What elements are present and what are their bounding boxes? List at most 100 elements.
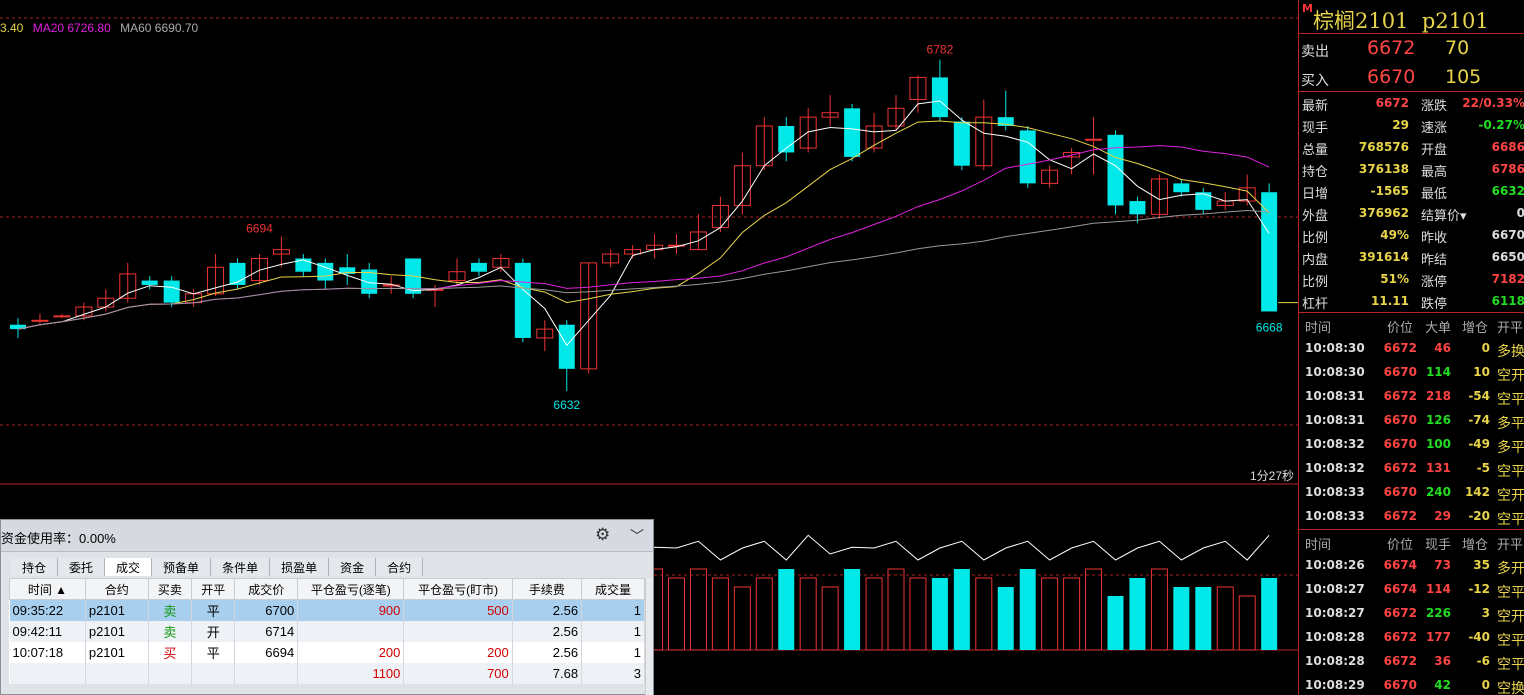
ask-row[interactable]: 卖出 6672 70 [1299,34,1524,63]
ask-label: 卖出 [1301,44,1329,60]
trade-column-header[interactable]: 成交量 [581,578,645,600]
tick-cell: 10:08:29 [1305,678,1365,692]
tick-row[interactable]: 10:08:26 6674 73 35 多开 [1299,554,1524,578]
stat-label: 持仓 [1302,165,1329,180]
order-book[interactable]: 卖出 6672 70 买入 6670 105 [1299,34,1524,92]
tick-row[interactable]: 10:08:32 6670 100 -49 多平 [1299,433,1524,457]
candle-body-down [163,280,180,303]
candle-body-down [1173,183,1190,193]
ma20-line [17,145,1270,330]
tick-cell: 6674 [1383,582,1417,596]
trade-tab[interactable]: 预备单 [152,558,212,576]
trade-cell: 卖 [148,620,193,642]
stat-row: 总量 768576 开盘 6686 [1299,136,1524,158]
tick-cell: 10 [1473,365,1490,379]
tick-header: 时间 价位 现手 增仓 开平 [1299,530,1524,554]
tick-cell: -49 [1468,437,1490,451]
trade-column-header[interactable]: 平仓盈亏(盯市) [403,578,513,600]
trade-cell: 3 [581,662,645,684]
stat-value: 6632 [1491,184,1524,198]
volume-bar-down [778,569,795,650]
quote-panel: M 棕榈2101 p2101 卖出 6672 70 买入 6670 105 最新… [1298,0,1524,695]
trade-tab[interactable]: 持仓 [11,558,59,576]
trade-column-header[interactable]: 时间 ▲ [9,578,86,600]
tick-cell: 空平 [1497,392,1524,408]
big-order-ticks[interactable]: 时间 价位 大单 增仓 开平 10:08:30 6672 46 0 多换 10:08:30 6670… [1299,313,1524,530]
stat-row: 杠杆 11.11 跌停 6118 [1299,290,1524,312]
tick-cell: 131 [1425,461,1451,475]
tick-row[interactable]: 10:08:27 6672 226 3 空开 [1299,602,1524,626]
stat-label: 涨停 [1421,275,1448,290]
tick-row[interactable]: 10:08:30 6670 114 10 空开 [1299,361,1524,385]
stat-value: 51% [1380,272,1409,286]
contract-name: 棕榈2101 p2101 [1313,5,1489,35]
contract-mark: M [1302,2,1313,15]
trade-column-header[interactable]: 手续费 [511,578,583,600]
trade-window[interactable]: 资金使用率：0.00% ⚙ ﹀ 持仓 委托 成交 预备单 条件单 损盈单 资金 合约 时间 ▲… [0,519,654,695]
tick-column-header: 时间 [1305,321,1332,336]
trade-column-header[interactable]: 开平 [191,578,236,600]
trade-table-header: 时间 ▲ 合约 买卖 开平 成交价 平仓盈亏(逐笔) 平仓盈亏(盯市) 手续费 成交量 [9,578,645,600]
candle-body-down [953,121,970,166]
tick-row[interactable]: 10:08:32 6672 131 -5 空平 [1299,457,1524,481]
candle-body-down [844,108,861,157]
table-row[interactable]: 09:35:22 p2101 卖平 6700 900 500 2.56 1 [9,599,645,621]
volume-bar-up [799,577,817,651]
tick-cell: 35 [1473,558,1490,572]
tick-cell: 6672 [1383,509,1417,523]
tick-row[interactable]: 10:08:27 6674 114 -12 空平 [1299,578,1524,602]
tick-cell: 多平 [1497,416,1524,432]
tick-row[interactable]: 10:08:31 6672 218 -54 空平 [1299,385,1524,409]
stat-label: 跌停 [1421,297,1448,312]
trade-window-header[interactable]: 资金使用率：0.00% ⚙ ﹀ [1,520,653,552]
tick-row[interactable]: 10:08:28 6672 36 -6 空平 [1299,650,1524,674]
trade-column-header[interactable]: 买卖 [147,578,193,600]
volume-bar-up [1150,568,1168,651]
tick-cell: 多平 [1497,440,1524,456]
trade-tab[interactable]: 条件单 [211,558,271,576]
trade-cell: 09:42:11 [9,620,86,642]
volume-bar-up [1063,577,1081,651]
trade-table[interactable]: 时间 ▲ 合约 买卖 开平 成交价 平仓盈亏(逐笔) 平仓盈亏(盯市) 手续费 成交量 09:3… [9,578,645,684]
ask-price[interactable]: 6672 [1367,37,1415,59]
tick-row[interactable]: 10:08:30 6672 46 0 多换 [1299,337,1524,361]
bid-row[interactable]: 买入 6670 105 [1299,63,1524,92]
stat-label: 杠杆 [1302,297,1329,312]
trade-cell: 900 [297,599,405,621]
trade-tabs[interactable]: 持仓 委托 成交 预备单 条件单 损盈单 资金 合约 [11,558,424,576]
stat-row: 持仓 376138 最高 6786 [1299,158,1524,180]
trade-tab[interactable]: 成交 [105,558,153,576]
ma5-line [17,100,1270,347]
tick-cell: 114 [1425,365,1451,379]
tick-row[interactable]: 10:08:29 6670 42 0 空换 [1299,674,1524,695]
stat-label: 昨结 [1421,253,1448,268]
trade-column-header[interactable]: 平仓盈亏(逐笔) [297,578,405,600]
trade-column-header[interactable]: 成交价 [234,578,299,600]
table-row[interactable]: 09:42:11 p2101 卖开 6714 2.56 1 [9,620,645,642]
candle-body-down [931,77,948,118]
trade-tab[interactable]: 合约 [376,558,424,576]
trade-tab[interactable]: 委托 [58,558,106,576]
high-price-label: 6782 [927,43,954,57]
tick-row[interactable]: 10:08:33 6672 29 -20 空平 [1299,505,1524,529]
tick-row[interactable]: 10:08:31 6670 126 -74 多平 [1299,409,1524,433]
chevron-down-icon[interactable]: ﹀ [630,526,644,546]
stat-row: 比例 51% 涨停 7182 [1299,268,1524,290]
trade-cell [148,662,193,684]
bid-price[interactable]: 6670 [1367,66,1415,88]
table-row[interactable]: 10:07:18 p2101 买平 6694 200 200 2.56 1 [9,641,645,663]
tick-row[interactable]: 10:08:28 6672 177 -40 空平 [1299,626,1524,650]
trade-table-scrollbar[interactable] [645,578,653,695]
volume-bar-down [1107,596,1124,650]
trade-tab[interactable]: 损盈单 [270,558,330,576]
tick-cell: 10:08:31 [1305,413,1365,427]
tick-row[interactable]: 10:08:33 6670 240 142 空开 [1299,481,1524,505]
gear-icon[interactable]: ⚙ [595,525,610,545]
stat-value: 6686 [1491,140,1524,154]
tick-list[interactable]: 时间 价位 现手 增仓 开平 10:08:26 6674 73 35 多开 10:08:27 667… [1299,530,1524,695]
trade-column-header[interactable]: 合约 [84,578,149,600]
trade-tab[interactable]: 资金 [329,558,377,576]
contract-name-text: 棕榈2101 [1313,9,1409,33]
volume-bar-up [668,577,685,651]
stat-value: -1565 [1370,184,1409,198]
